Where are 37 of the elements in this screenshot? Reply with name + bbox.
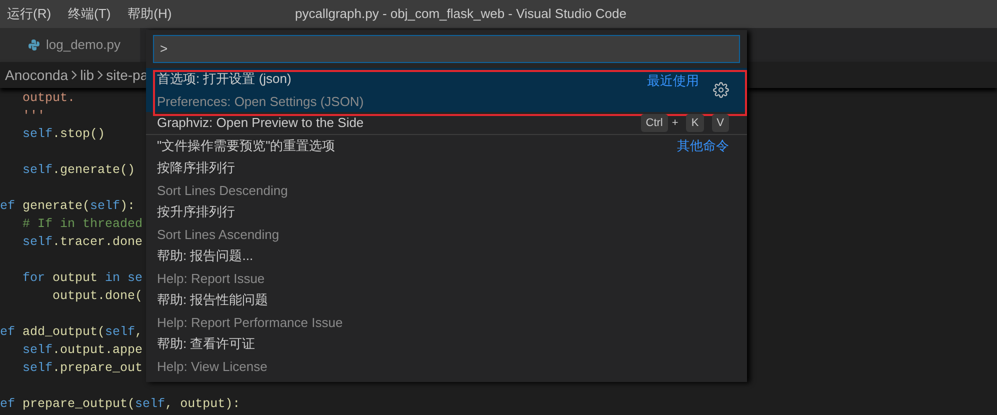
code-line: for output in se xyxy=(22,271,143,285)
command-item[interactable]: 帮助: 报告性能问题 Help: Report Performance Issue xyxy=(146,289,747,333)
command-item[interactable]: 首选项: 打开设置 (json) Preferences: Open Settings (JSON) 最近使用 xyxy=(146,68,747,112)
plus-sign: + xyxy=(672,116,678,131)
key-label: Ctrl xyxy=(640,114,668,132)
breadcrumb-item[interactable]: lib xyxy=(80,64,94,86)
command-item[interactable]: 按降序排列行 Sort Lines Descending xyxy=(146,157,747,201)
menu-item[interactable]: 运行(R) xyxy=(7,4,52,24)
code-line: ef generate(self): xyxy=(0,199,136,213)
code-line: self.prepare_out xyxy=(22,361,143,375)
code-line: output. xyxy=(22,91,76,105)
key-label: K xyxy=(686,114,704,132)
settings-icon[interactable] xyxy=(713,82,729,98)
code-line: self.output.appe xyxy=(22,343,143,357)
command-item[interactable]: 按升序排列行 Sort Lines Ascending xyxy=(146,201,747,245)
window-title: pycallgraph.py - obj_com_flask_web - Visual Studio Code xyxy=(295,5,626,24)
key-label: V xyxy=(712,114,729,132)
command-item[interactable]: 帮助: 查看许可证 Help: View License xyxy=(146,333,747,377)
chevron-right-icon xyxy=(97,70,104,80)
breadcrumb-item[interactable]: Anoconda xyxy=(5,64,68,86)
editor-tab[interactable]: log_demo.py xyxy=(0,28,140,62)
chevron-right-icon xyxy=(71,70,78,80)
command-item[interactable]: Graphviz: Open Preview to the Side Ctrl + K V xyxy=(146,112,747,134)
command-item[interactable]: "文件操作需要预览"的重置选项 其他命令 xyxy=(146,135,747,157)
code-line: ef prepare_output(self, output): xyxy=(0,397,240,411)
command-item[interactable]: 帮助: 报告问题... Help: Report Issue xyxy=(146,245,747,289)
code-line: self.stop() xyxy=(22,127,106,141)
code-line: self.generate() xyxy=(22,163,136,177)
python-icon xyxy=(28,39,40,51)
code-line: ''' xyxy=(22,109,46,123)
menu-item[interactable]: 帮助(H) xyxy=(128,4,172,24)
code-line: self.tracer.done xyxy=(22,235,143,249)
code-line: ef add_output(self, xyxy=(0,325,143,339)
code-line: output.done( xyxy=(52,289,143,303)
menu-item[interactable]: 终端(T) xyxy=(68,4,111,24)
command-input[interactable]: > xyxy=(153,35,740,63)
code-line: # If in threaded xyxy=(22,217,143,231)
